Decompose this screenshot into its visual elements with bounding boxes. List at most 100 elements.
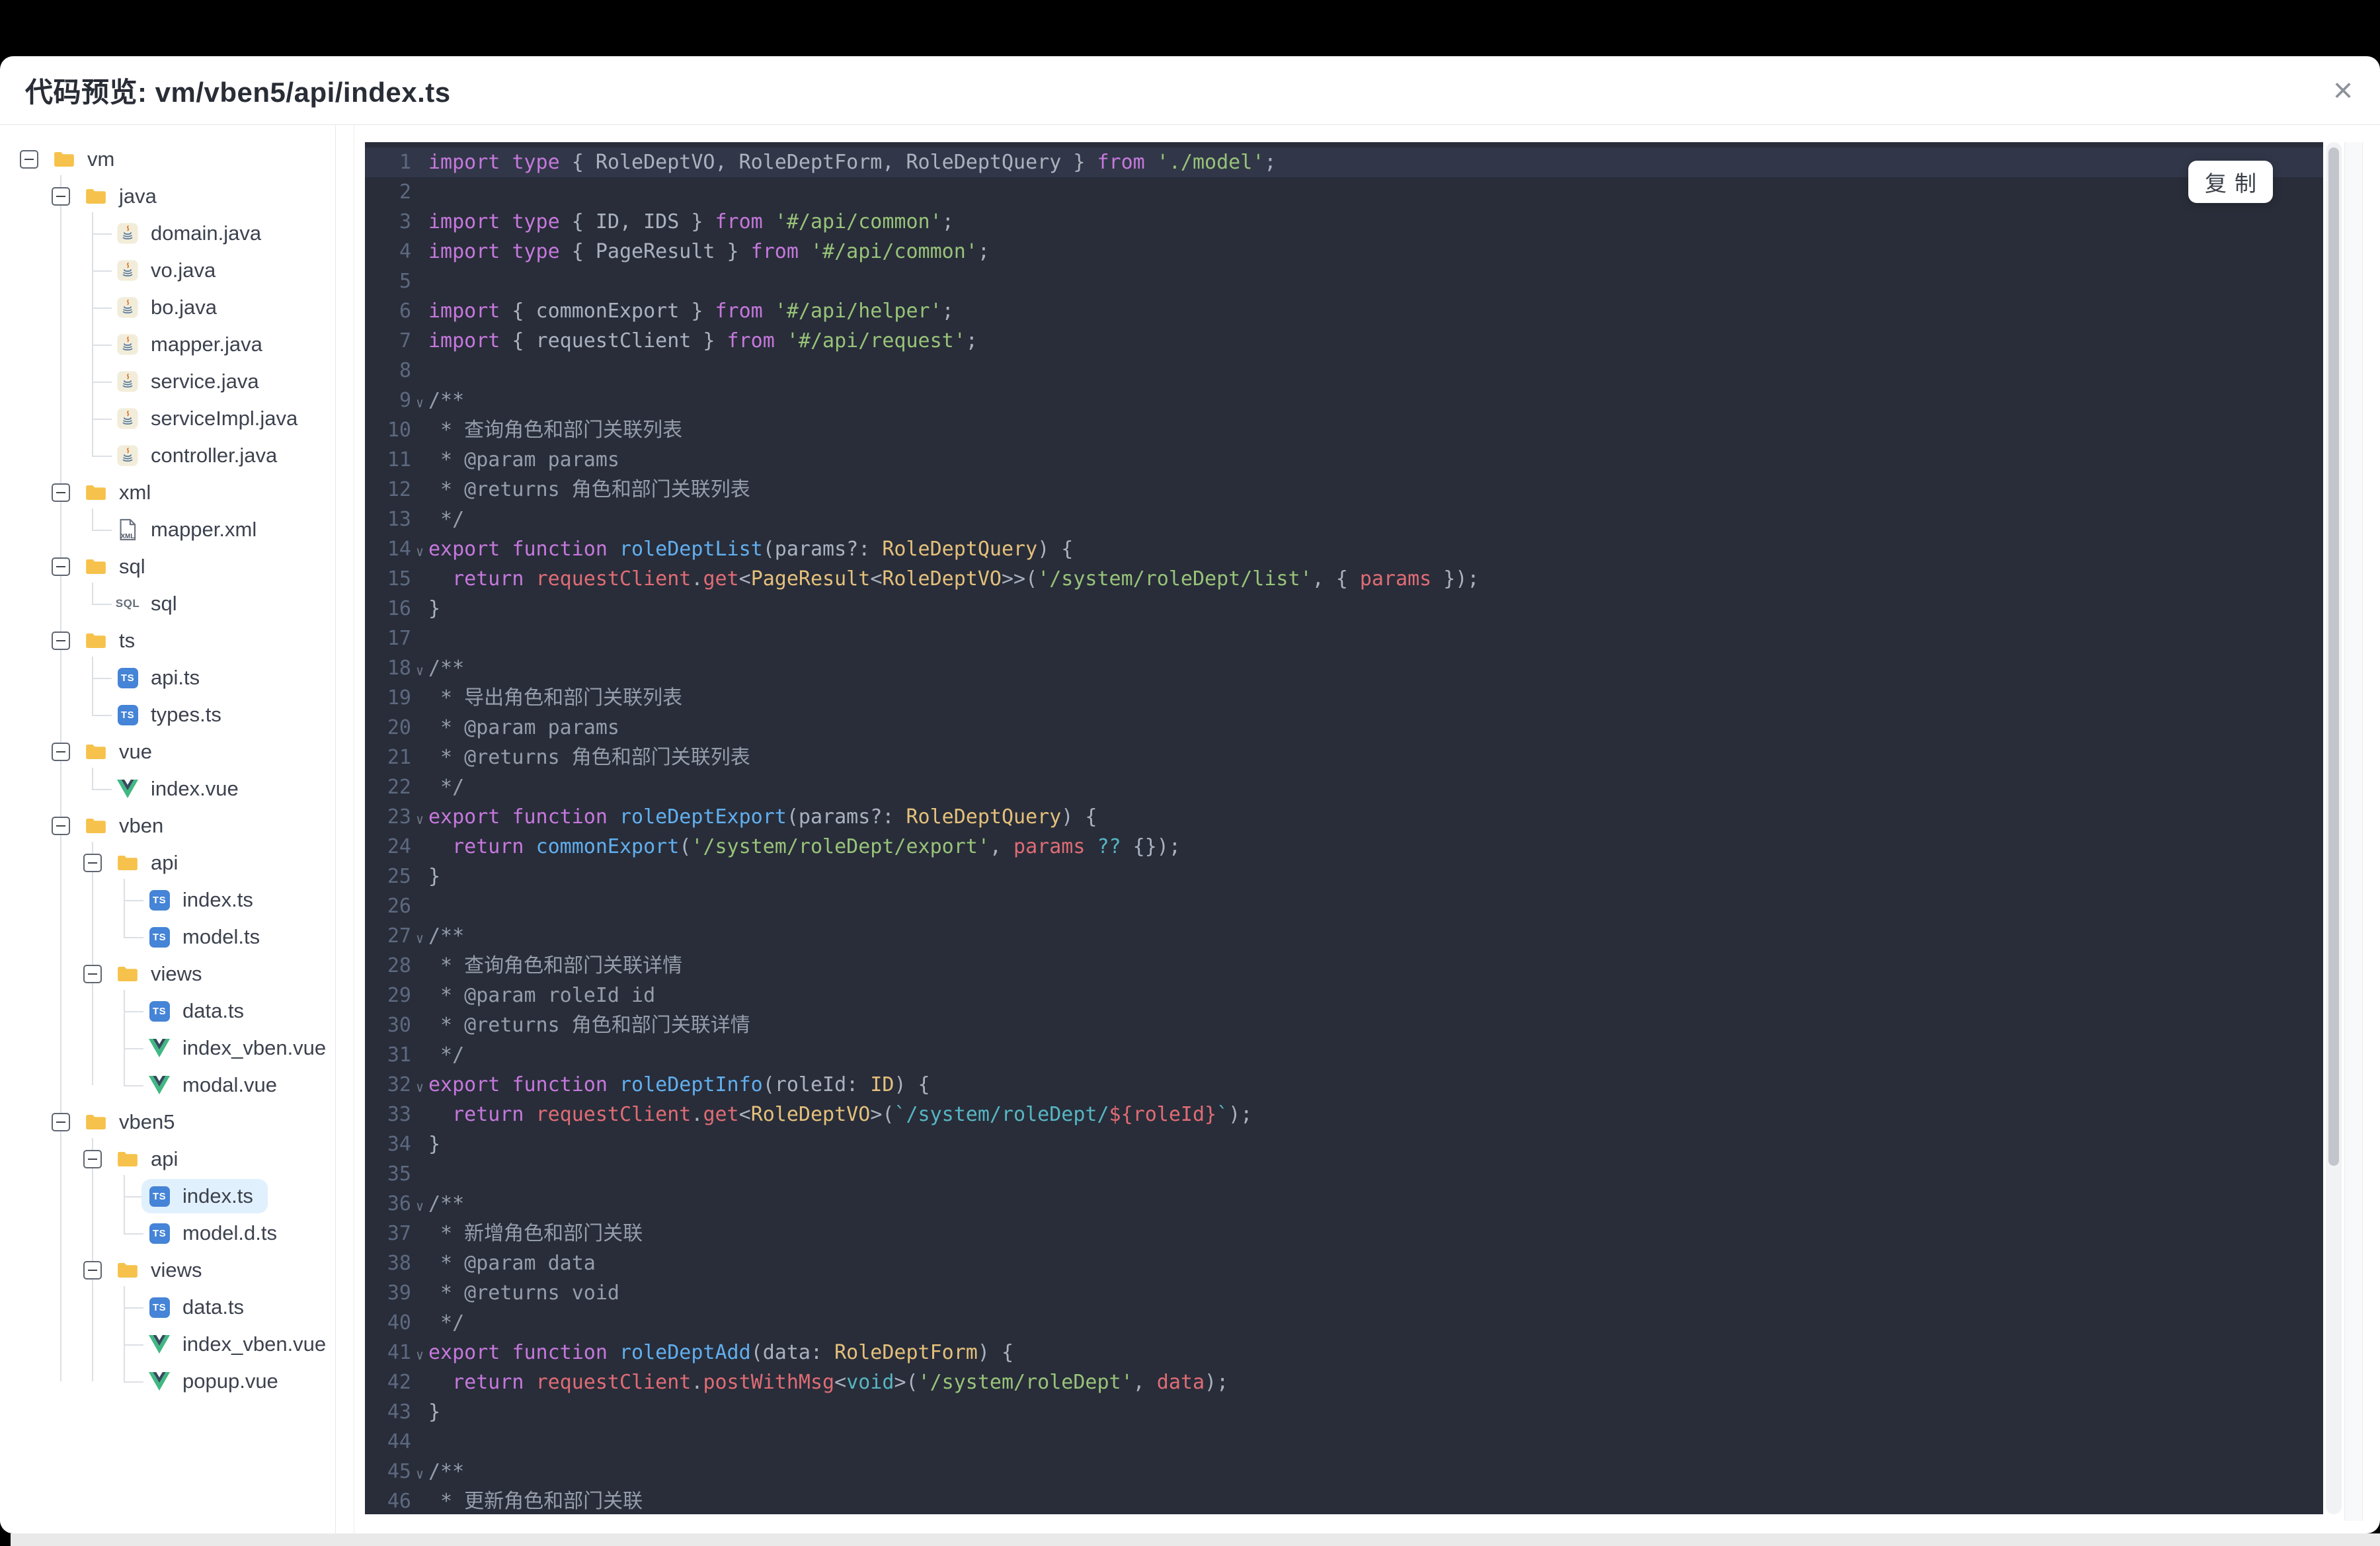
tree-item-index-ts[interactable]: TS index.ts [0, 881, 335, 918]
tree-item-sql[interactable]: sql [0, 548, 335, 585]
collapse-toggle-icon[interactable] [52, 743, 70, 761]
collapse-toggle-icon[interactable] [52, 483, 70, 502]
tree-item-content: serviceImpl.java [110, 401, 312, 436]
tree-item-ts[interactable]: ts [0, 622, 335, 659]
code-line: 7 import { requestClient } from '#/api/re… [365, 326, 2323, 356]
tree-item-vm[interactable]: vm [0, 141, 335, 178]
fold-chevron-icon[interactable]: ∨ [411, 1462, 428, 1482]
tree-item-domain-java[interactable]: domain.java [0, 215, 335, 252]
fold-chevron-icon[interactable]: ∨ [411, 1194, 428, 1214]
close-icon[interactable]: × [2323, 71, 2363, 110]
tree-item-api[interactable]: api [0, 1141, 335, 1178]
line-number: 25 [387, 865, 411, 888]
line-number: 5 [399, 270, 411, 293]
page: 代码预览: vm/vben5/api/index.ts × vm java doma… [0, 0, 2380, 1546]
svg-text:XML: XML [121, 533, 135, 540]
code-text: return requestClient.postWithMsg<void>('… [452, 1371, 1229, 1394]
line-number: 19 [387, 686, 411, 710]
code-line: 6 import { commonExport } from '#/api/hel… [365, 296, 2323, 326]
fold-chevron-icon[interactable]: ∨ [411, 1075, 428, 1095]
tree-item-bo-java[interactable]: bo.java [0, 289, 335, 326]
tree-item-index-vben-vue[interactable]: index_vben.vue [0, 1326, 335, 1363]
code-line: 40 */ [365, 1308, 2323, 1338]
tree-item-model-ts[interactable]: TS model.ts [0, 918, 335, 956]
tree-item-content: controller.java [110, 438, 292, 473]
collapse-toggle-icon[interactable] [52, 1113, 70, 1131]
code-line: 44 [365, 1427, 2323, 1457]
code-line: 24 return commonExport('/system/roleDept… [365, 832, 2323, 862]
vue-file-icon [148, 1037, 171, 1059]
collapse-toggle-icon[interactable] [52, 817, 70, 835]
tree-item-vben5[interactable]: vben5 [0, 1104, 335, 1141]
tree-item-mapper-xml[interactable]: XML mapper.xml [0, 511, 335, 548]
tree-item-sql[interactable]: SQL sql [0, 585, 335, 622]
tree-item-index-ts[interactable]: TS index.ts [0, 1178, 335, 1215]
tree-item-data-ts[interactable]: TS data.ts [0, 1289, 335, 1326]
tree-item-java[interactable]: java [0, 178, 335, 215]
line-number: 18 [387, 657, 411, 680]
collapse-toggle-icon[interactable] [52, 631, 70, 650]
line-number: 28 [387, 954, 411, 977]
tree-item-content: views [110, 957, 217, 991]
code-text: return commonExport('/system/roleDept/ex… [452, 835, 1181, 858]
tree-item-vo-java[interactable]: vo.java [0, 252, 335, 289]
tree-item-popup-vue[interactable]: popup.vue [0, 1363, 335, 1400]
fold-chevron-icon[interactable]: ∨ [411, 659, 428, 678]
collapse-toggle-icon[interactable] [52, 187, 70, 206]
collapse-toggle-icon[interactable] [83, 1261, 102, 1280]
tree-item-views[interactable]: views [0, 1252, 335, 1289]
line-number: 14 [387, 538, 411, 561]
collapse-toggle-icon[interactable] [83, 965, 102, 983]
tree-item-label: model.ts [182, 925, 260, 948]
xml-file-icon: XML [116, 518, 139, 541]
tree-item-mapper-java[interactable]: mapper.java [0, 326, 335, 363]
code-line: 25} [365, 862, 2323, 891]
code-line: 36 ∨/** [365, 1189, 2323, 1219]
copy-button[interactable]: 复制 [2188, 161, 2273, 203]
tree-item-service-java[interactable]: service.java [0, 363, 335, 400]
tree-item-index-vue[interactable]: index.vue [0, 770, 335, 807]
tree-item-serviceimpl-java[interactable]: serviceImpl.java [0, 400, 335, 437]
folder-icon [85, 185, 107, 208]
fold-chevron-icon[interactable]: ∨ [411, 1343, 428, 1363]
fold-chevron-icon[interactable]: ∨ [411, 807, 428, 827]
tree-item-modal-vue[interactable]: modal.vue [0, 1067, 335, 1104]
tree-item-vben[interactable]: vben [0, 807, 335, 844]
code-line: 16} [365, 594, 2323, 624]
tree-item-content: views [110, 1253, 217, 1287]
tree-item-content: vm [46, 142, 129, 177]
tree-item-model-d-ts[interactable]: TS model.d.ts [0, 1215, 335, 1252]
tree-item-label: vue [119, 740, 152, 763]
folder-icon [85, 1111, 107, 1133]
tree-item-index-vben-vue[interactable]: index_vben.vue [0, 1030, 335, 1067]
tree-item-api[interactable]: api [0, 844, 335, 881]
code-text: * @param roleId id [428, 984, 656, 1007]
tree-item-data-ts[interactable]: TS data.ts [0, 993, 335, 1030]
code-line: 45 ∨/** [365, 1457, 2323, 1486]
collapse-toggle-icon[interactable] [83, 1150, 102, 1168]
collapse-toggle-icon[interactable] [83, 854, 102, 872]
tree-item-views[interactable]: views [0, 956, 335, 993]
code-scrollbar-thumb[interactable] [2328, 147, 2339, 1166]
tree-item-controller-java[interactable]: controller.java [0, 437, 335, 474]
tree-item-types-ts[interactable]: TS types.ts [0, 696, 335, 733]
fold-chevron-icon[interactable]: ∨ [411, 926, 428, 946]
code-text: export function roleDeptList(params?: Ro… [428, 538, 1074, 561]
tree-item-xml[interactable]: xml [0, 474, 335, 511]
collapse-toggle-icon[interactable] [52, 557, 70, 576]
line-number: 11 [387, 448, 411, 471]
tree-item-api-ts[interactable]: TS api.ts [0, 659, 335, 696]
collapse-toggle-icon[interactable] [20, 150, 38, 169]
tree-item-vue[interactable]: vue [0, 733, 335, 770]
tree-item-selected-highlight: TS index.ts [141, 1179, 268, 1213]
code-scrollbar-track[interactable] [2326, 142, 2342, 1514]
code-line: 30 * @returns 角色和部门关联详情 [365, 1010, 2323, 1040]
fold-chevron-icon[interactable]: ∨ [411, 391, 428, 411]
fold-chevron-icon[interactable]: ∨ [411, 540, 428, 559]
code-text: * 导出角色和部门关联列表 [428, 686, 683, 710]
folder-icon [116, 1259, 139, 1282]
